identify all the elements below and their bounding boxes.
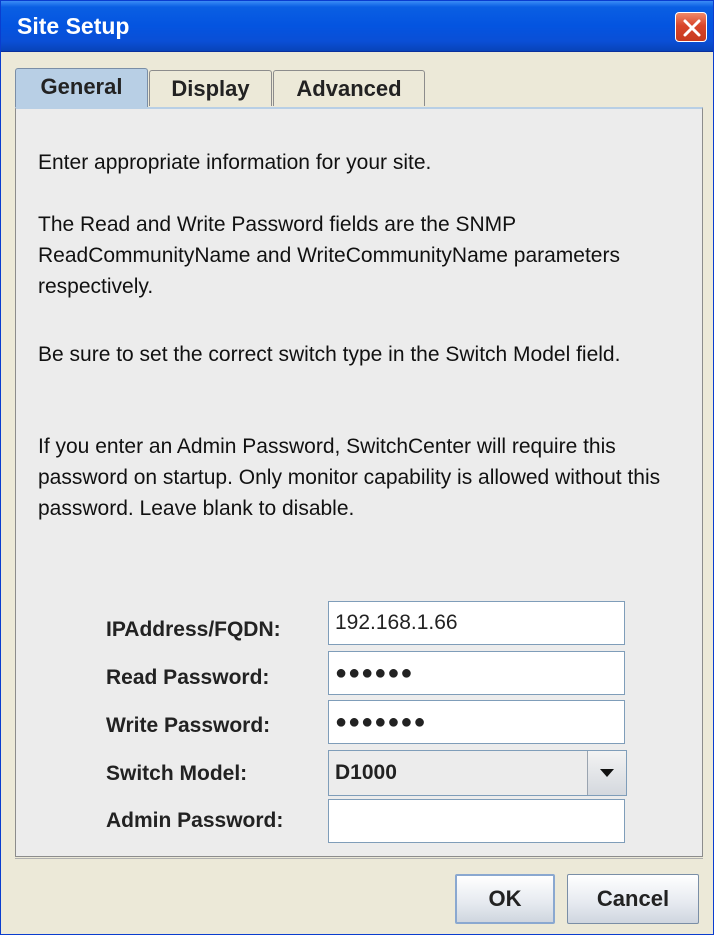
cancel-button[interactable]: Cancel: [567, 874, 699, 924]
switch-model-dropdown-button[interactable]: [587, 751, 626, 795]
admin-password-input[interactable]: [328, 799, 625, 843]
switch-model-value: D1000: [335, 761, 397, 784]
write-password-label: Write Password:: [106, 714, 271, 737]
ip-address-input[interactable]: 192.168.1.66: [328, 601, 625, 645]
write-password-input[interactable]: ●●●●●●●: [328, 700, 625, 744]
read-password-label: Read Password:: [106, 666, 270, 689]
tab-display[interactable]: Display: [149, 70, 272, 106]
title-bar[interactable]: Site Setup: [1, 1, 713, 52]
site-setup-dialog: Site Setup General Display Advanced Ente…: [0, 0, 714, 935]
instruction-text-3: Be sure to set the correct switch type i…: [38, 343, 621, 366]
ip-address-label: IPAddress/FQDN:: [106, 618, 281, 641]
instruction-text-1: Enter appropriate information for your s…: [38, 151, 432, 174]
tab-advanced[interactable]: Advanced: [273, 70, 425, 106]
tab-general[interactable]: General: [15, 68, 148, 108]
close-icon: [683, 19, 701, 37]
instruction-text-4: If you enter an Admin Password, SwitchCe…: [38, 435, 661, 520]
admin-password-label: Admin Password:: [106, 809, 284, 832]
switch-model-select[interactable]: D1000: [328, 750, 627, 796]
divider: [15, 858, 703, 859]
ok-button[interactable]: OK: [455, 874, 555, 924]
window-title: Site Setup: [17, 13, 130, 39]
close-button[interactable]: [675, 12, 707, 42]
chevron-down-icon: [600, 769, 614, 777]
general-panel: Enter appropriate information for your s…: [15, 107, 703, 857]
instruction-text-2: The Read and Write Password fields are t…: [38, 213, 620, 298]
read-password-input[interactable]: ●●●●●●: [328, 651, 625, 695]
switch-model-label: Switch Model:: [106, 762, 248, 785]
